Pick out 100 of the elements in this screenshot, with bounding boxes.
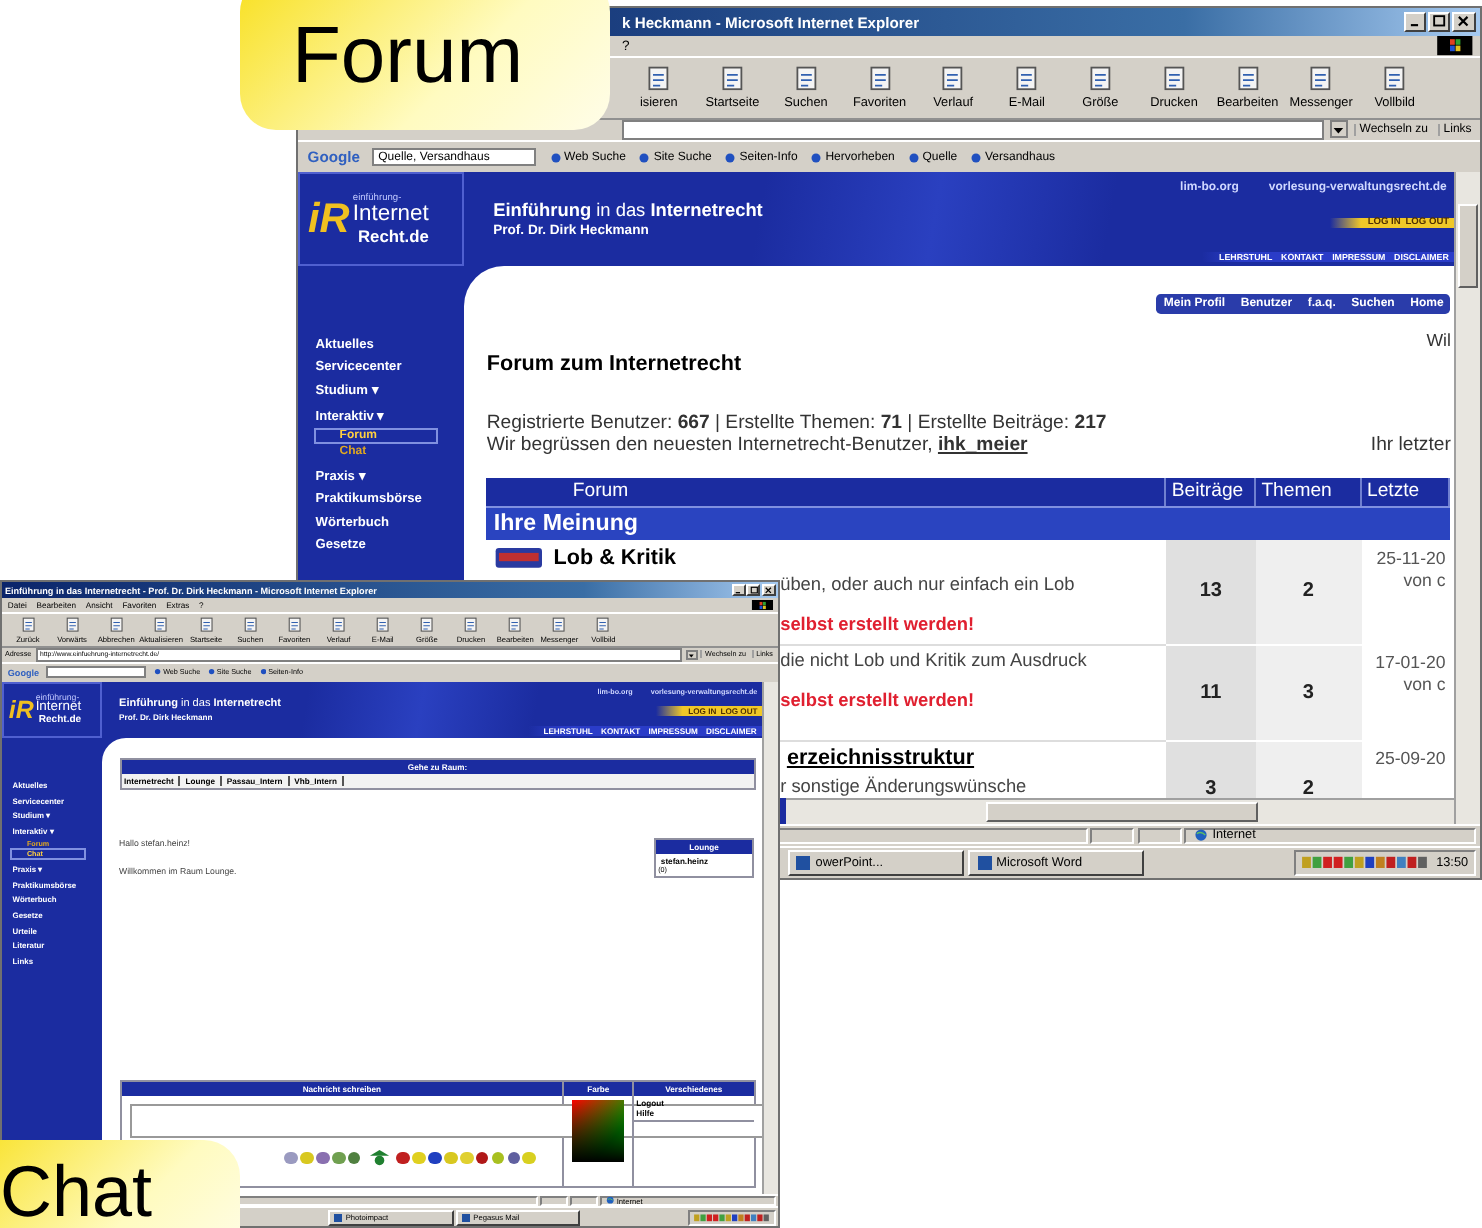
- forum-title-link[interactable]: Lob & Kritik: [553, 545, 676, 570]
- circle-icon: [259, 668, 267, 676]
- caret-icon: [688, 651, 696, 659]
- app-icon: [977, 855, 992, 871]
- smiley-icon[interactable]: [396, 1151, 410, 1165]
- close-icon: [764, 586, 773, 595]
- last-post-date: 25-11-20: [1376, 547, 1446, 568]
- app-icon: [461, 1213, 471, 1222]
- emoticon-icon[interactable]: [367, 1148, 391, 1168]
- circle-icon: [810, 151, 823, 164]
- posts-count: 13: [1166, 540, 1256, 646]
- circle-icon: [970, 151, 982, 164]
- posts-count: 3: [1166, 741, 1256, 798]
- document-icon: [644, 64, 674, 94]
- document-icon: [1012, 64, 1042, 94]
- column-header: Themen: [1255, 477, 1362, 506]
- smiley-icon[interactable]: [347, 1151, 361, 1165]
- smiley-icon[interactable]: [507, 1151, 521, 1165]
- column-header: Forum: [486, 477, 1167, 506]
- document-icon: [418, 616, 436, 634]
- smiley-icon[interactable]: [475, 1151, 489, 1165]
- last-post-author: von c: [1403, 673, 1446, 694]
- forum-description: üben, oder auch nur einfach ein Lob: [780, 573, 1075, 594]
- callout-label: Chat: [0, 1140, 240, 1228]
- document-icon: [19, 616, 37, 634]
- circle-icon: [638, 151, 651, 164]
- document-icon: [865, 64, 894, 94]
- windows-logo-icon: [1433, 36, 1476, 56]
- forum-description: r sonstige Änderungswünsche: [780, 775, 1027, 795]
- circle-icon: [207, 668, 215, 676]
- document-icon: [241, 616, 259, 634]
- tray-icons-drawing: [693, 1213, 771, 1222]
- document-icon: [107, 616, 125, 634]
- last-post-date: 17-01-20: [1375, 652, 1446, 673]
- document-icon: [285, 616, 303, 634]
- last-post-date: 25-09-20: [1375, 748, 1446, 769]
- topics-count: 2: [1255, 540, 1362, 646]
- user-link[interactable]: ihk_meier: [937, 433, 1028, 456]
- posts-count: 11: [1166, 645, 1256, 742]
- app-icon: [334, 1213, 343, 1222]
- search-field[interactable]: [46, 665, 147, 679]
- globe-icon: [1193, 828, 1208, 843]
- close-button[interactable]: [1452, 12, 1476, 32]
- maximize-icon: [1432, 14, 1447, 30]
- document-icon: [718, 64, 747, 94]
- dropdown-button[interactable]: [686, 649, 698, 661]
- forum-title-link[interactable]: erzeichnisstruktur: [786, 746, 975, 771]
- minimize-button[interactable]: [1403, 12, 1426, 32]
- address-field[interactable]: [622, 119, 1324, 140]
- document-icon: [506, 616, 524, 634]
- forum-description: die nicht Lob und Kritik zum Ausdruck: [780, 649, 1087, 670]
- last-visit-text: Ihr letzter: [1370, 433, 1451, 456]
- close-icon: [1456, 14, 1472, 30]
- forum-heading: Forum zum Internetrecht: [486, 352, 742, 377]
- tray-icons-drawing: [1301, 856, 1430, 870]
- forum-stats: Registrierte Benutzer: 667 | Erstellte Themen: 71 | Erstellte Beiträge: 217: [486, 411, 1109, 434]
- document-icon: [1306, 64, 1336, 94]
- maximize-icon: [749, 586, 758, 595]
- minimize-icon: [734, 586, 743, 595]
- globe-icon: [605, 1196, 614, 1206]
- greeting-text: Wil: [1426, 329, 1451, 354]
- forum-note: selbst erstellt werden!: [780, 689, 975, 710]
- circle-icon: [907, 151, 920, 164]
- document-icon: [550, 616, 568, 634]
- circle-icon: [549, 151, 562, 164]
- circle-icon: [154, 668, 162, 676]
- document-icon: [1159, 64, 1189, 94]
- document-icon: [329, 616, 348, 634]
- vertical-scrollbar[interactable]: [1454, 172, 1480, 824]
- document-icon: [462, 616, 480, 634]
- smiley-icon[interactable]: [315, 1151, 330, 1165]
- close-button[interactable]: [761, 584, 776, 597]
- forum-note: selbst erstellt werden!: [780, 613, 975, 634]
- document-icon: [791, 64, 821, 94]
- callout-label: Forum: [240, 0, 610, 130]
- column-header: Letzte: [1361, 477, 1451, 506]
- column-header: Beiträge: [1166, 477, 1256, 506]
- smiley-icon[interactable]: [427, 1151, 442, 1165]
- welcome-text: Wir begrüssen den neuesten Internetrecht-Benutzer, ihk_meier: [486, 433, 1028, 456]
- document-icon: [1085, 64, 1115, 94]
- windows-logo-icon: [750, 599, 776, 611]
- document-icon: [374, 616, 392, 634]
- document-icon: [1380, 64, 1410, 94]
- site-title: Einführung in das Internetrecht: [493, 200, 763, 221]
- document-icon: [197, 616, 215, 634]
- document-icon: [63, 616, 81, 634]
- caret-icon: [1332, 123, 1346, 136]
- message-input[interactable]: [129, 1103, 762, 1139]
- color-picker[interactable]: [571, 1099, 625, 1163]
- document-icon: [152, 616, 170, 634]
- app-icon: [796, 855, 811, 871]
- category-row: Ihre Meinung: [486, 505, 1451, 541]
- dropdown-button[interactable]: [1329, 120, 1348, 139]
- document-icon: [938, 64, 968, 94]
- topics-count: 3: [1255, 645, 1362, 742]
- document-icon: [594, 616, 613, 634]
- minimize-button[interactable]: [731, 584, 746, 597]
- maximize-button[interactable]: [746, 584, 761, 597]
- horizontal-scrollbar[interactable]: [786, 797, 1454, 824]
- last-post-author: von c: [1403, 569, 1446, 590]
